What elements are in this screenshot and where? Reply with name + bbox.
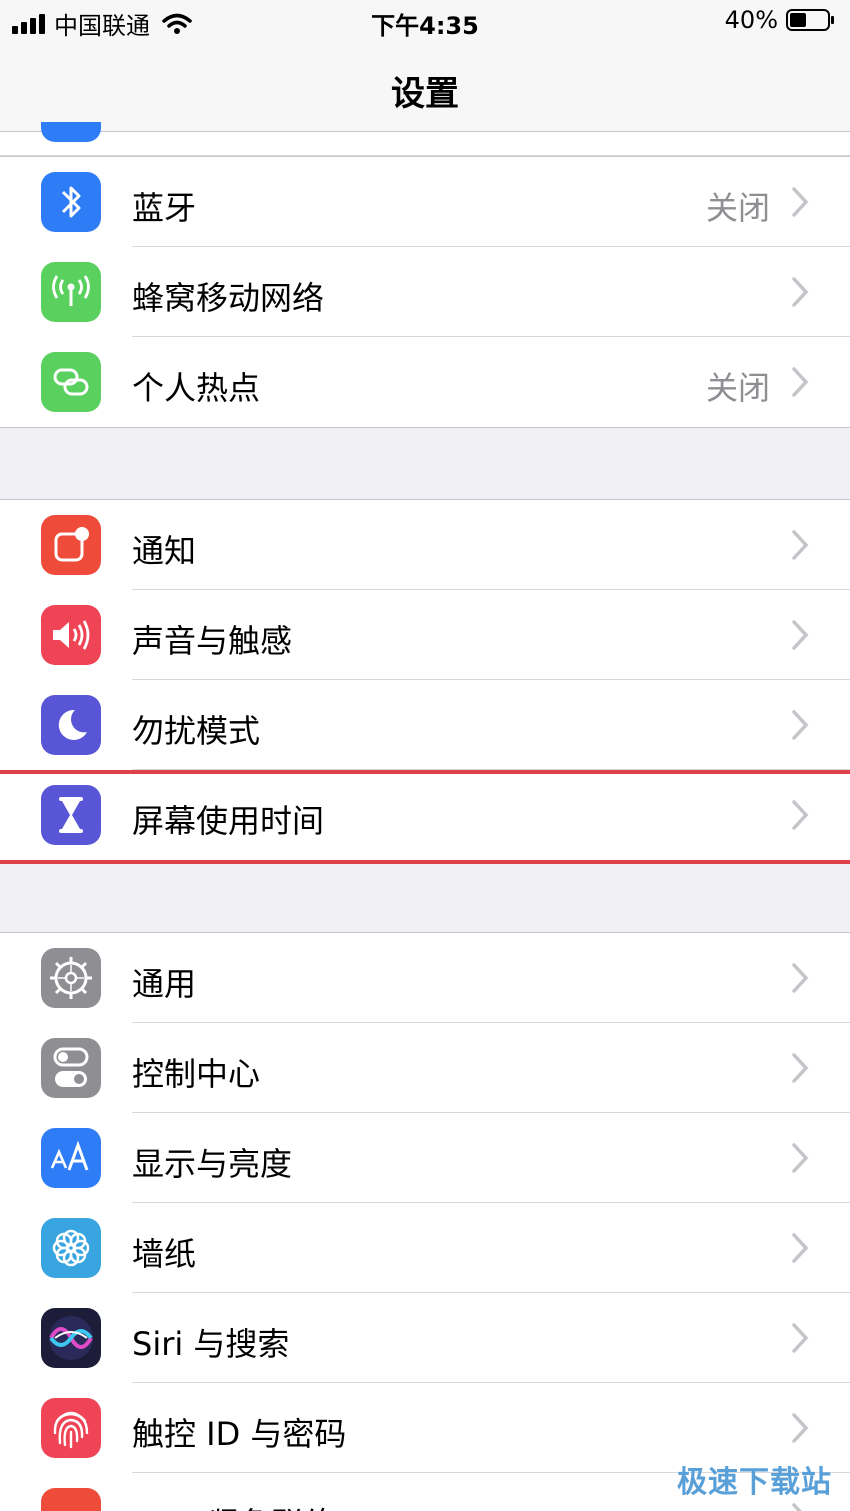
text-size-icon — [41, 1128, 101, 1188]
row-label: 显示与亮度 — [132, 1145, 293, 1183]
siri-icon — [41, 1308, 101, 1368]
general-group: 通用 控制中心 显示与亮度 墙纸 Siri 与搜索 触控 ID 与密码 — [0, 932, 850, 1511]
chevron-right-icon — [792, 367, 809, 397]
fingerprint-icon — [41, 1398, 101, 1458]
settings-row-sounds[interactable]: 声音与触感 — [0, 590, 850, 680]
page-title: 设置 — [391, 74, 459, 114]
row-label: 通用 — [132, 965, 197, 1003]
row-label: 通知 — [132, 532, 197, 570]
chevron-right-icon — [792, 1053, 809, 1083]
settings-row-hotspot[interactable]: 个人热点 关闭 — [0, 337, 850, 427]
watermark: 极速下载站 — [677, 1465, 832, 1500]
row-label: 勿扰模式 — [132, 712, 261, 750]
status-bar: 中国联通 下午4:35 40% — [0, 0, 850, 44]
flower-icon — [41, 1218, 101, 1278]
battery-percent: 40% — [724, 6, 778, 34]
chevron-right-icon — [792, 1233, 809, 1263]
row-label: 控制中心 — [132, 1055, 261, 1093]
row-label: 触控 ID 与密码 — [132, 1415, 347, 1453]
gear-icon — [41, 948, 101, 1008]
highlight-top-border — [0, 770, 850, 774]
row-label: 屏幕使用时间 — [132, 802, 325, 840]
settings-row-notifications[interactable]: 通知 — [0, 500, 850, 590]
sos-icon: SOS — [41, 1488, 101, 1511]
row-label: Siri 与搜索 — [132, 1325, 290, 1363]
settings-row-cellular[interactable]: 蜂窝移动网络 — [0, 247, 850, 337]
row-label: 蓝牙 — [132, 189, 197, 227]
connectivity-group: 蓝牙 关闭 蜂窝移动网络 个人热点 关闭 — [0, 156, 850, 428]
settings-row-wallpaper[interactable]: 墙纸 — [0, 1203, 850, 1293]
notifications-group: 通知 声音与触感 勿扰模式 屏幕使用时间 — [0, 499, 850, 861]
battery-icon — [786, 9, 834, 31]
row-label: 蜂窝移动网络 — [132, 279, 325, 317]
hourglass-icon — [41, 785, 101, 845]
settings-row-do-not-disturb[interactable]: 勿扰模式 — [0, 680, 850, 770]
settings-row-control-center[interactable]: 控制中心 — [0, 1023, 850, 1113]
settings-row-screen-time[interactable]: 屏幕使用时间 — [0, 770, 850, 860]
toggles-icon — [41, 1038, 101, 1098]
chevron-right-icon — [792, 1503, 802, 1511]
row-label: 墙纸 — [132, 1235, 197, 1273]
notification-icon — [41, 515, 101, 575]
moon-icon — [41, 695, 101, 755]
settings-row-siri[interactable]: Siri 与搜索 — [0, 1293, 850, 1383]
settings-row-display[interactable]: 显示与亮度 — [0, 1113, 850, 1203]
wifi-setting-icon — [41, 122, 101, 142]
highlight-bottom-border — [0, 860, 850, 864]
cellular-antenna-icon — [41, 262, 101, 322]
hotspot-link-icon — [41, 352, 101, 412]
row-label: SOS 紧急联络 — [132, 1499, 336, 1511]
chevron-right-icon — [792, 530, 809, 560]
clock: 下午4:35 — [371, 12, 479, 40]
chevron-right-icon — [792, 710, 809, 740]
chevron-right-icon — [792, 277, 809, 307]
chevron-right-icon — [792, 1143, 809, 1173]
row-value: 关闭 — [705, 369, 770, 407]
speaker-icon — [41, 605, 101, 665]
settings-row-bluetooth[interactable]: 蓝牙 关闭 — [0, 157, 850, 247]
chevron-right-icon — [792, 800, 809, 830]
partial-row — [0, 122, 850, 156]
chevron-right-icon — [792, 187, 809, 217]
chevron-right-icon — [792, 1413, 809, 1443]
bluetooth-icon — [41, 172, 101, 232]
chevron-right-icon — [792, 620, 809, 650]
navigation-bar: 设置 — [0, 44, 850, 132]
row-value: 关闭 — [705, 189, 770, 227]
row-label: 个人热点 — [132, 369, 261, 407]
chevron-right-icon — [792, 963, 809, 993]
chevron-right-icon — [792, 1323, 809, 1353]
row-label: 声音与触感 — [132, 622, 293, 660]
settings-row-general[interactable]: 通用 — [0, 933, 850, 1023]
